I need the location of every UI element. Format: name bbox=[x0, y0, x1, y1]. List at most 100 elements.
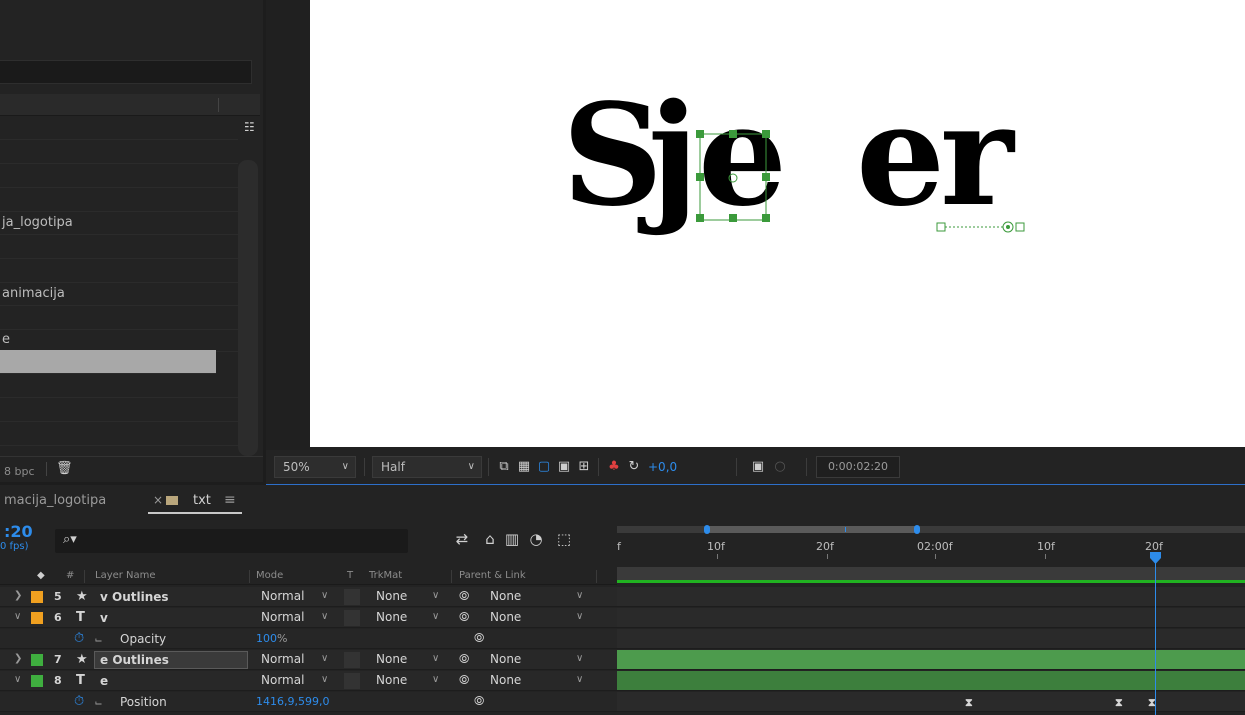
selection-bounding-box[interactable] bbox=[694, 128, 784, 228]
property-row[interactable]: ⏱ ⨽ Opacity 100% ⦾ bbox=[0, 629, 617, 649]
project-row[interactable] bbox=[0, 235, 238, 259]
work-area-bar[interactable] bbox=[707, 526, 917, 533]
twirl-right-icon[interactable]: ❯ bbox=[14, 653, 22, 664]
bit-depth-button[interactable]: 8 bpc bbox=[4, 465, 35, 478]
trkmat-dropdown[interactable]: None bbox=[376, 673, 407, 687]
label-color-swatch[interactable] bbox=[31, 591, 43, 603]
preserve-transparency-toggle[interactable] bbox=[344, 652, 360, 668]
frame-blending-icon[interactable]: ▥ bbox=[502, 529, 522, 549]
keyframe-icon[interactable]: ⧗ bbox=[1115, 696, 1123, 710]
graph-icon[interactable]: ⨽ bbox=[95, 631, 102, 646]
current-time-display[interactable]: :20 bbox=[4, 522, 33, 541]
pick-whip-icon[interactable]: ⦾ bbox=[459, 652, 469, 667]
work-area-end-handle[interactable] bbox=[914, 525, 920, 534]
project-row[interactable] bbox=[0, 140, 238, 164]
playhead-line[interactable] bbox=[1155, 555, 1156, 715]
composition-canvas[interactable]: S j e e r bbox=[310, 0, 1245, 447]
motion-blur-icon[interactable]: ◔ bbox=[526, 529, 546, 549]
layer-name[interactable]: v Outlines bbox=[100, 590, 169, 604]
preserve-transparency-toggle[interactable] bbox=[344, 673, 360, 689]
project-search-input[interactable] bbox=[0, 60, 252, 84]
color-channels-icon[interactable]: ♣ bbox=[606, 459, 622, 475]
property-track[interactable] bbox=[617, 629, 1245, 649]
transparency-grid-icon[interactable]: ▦ bbox=[516, 459, 532, 475]
project-row[interactable] bbox=[0, 398, 238, 422]
layer-name[interactable]: e bbox=[100, 674, 108, 688]
layer-row[interactable]: ∨ 8 T e Normal ∨ None ∨ ⦾ None ∨ bbox=[0, 671, 617, 691]
fast-previews-icon[interactable]: ⧉ bbox=[496, 459, 512, 475]
trkmat-dropdown[interactable]: None bbox=[376, 652, 407, 666]
mode-dropdown[interactable]: Normal bbox=[261, 610, 304, 624]
mode-dropdown[interactable]: Normal bbox=[261, 673, 304, 687]
timeline-search-input[interactable]: ⌕▾ bbox=[55, 529, 408, 553]
project-row[interactable] bbox=[0, 259, 238, 283]
layer-row[interactable]: ❯ 5 ★ v Outlines Normal ∨ None ∨ ⦾ None … bbox=[0, 587, 617, 607]
property-row[interactable]: ⏱ ⨽ Position 1416,9,599,0 ⦾ bbox=[0, 692, 617, 712]
preserve-transparency-toggle[interactable] bbox=[344, 589, 360, 605]
flowchart-icon[interactable]: ☷ bbox=[244, 120, 258, 134]
twirl-down-icon[interactable]: ∨ bbox=[14, 674, 21, 685]
composition-mini-flowchart-icon[interactable]: ⇄ bbox=[452, 529, 472, 549]
column-trkmat[interactable]: TrkMat bbox=[369, 570, 402, 581]
show-snapshot-icon[interactable]: ○ bbox=[772, 459, 788, 475]
stopwatch-icon[interactable]: ⏱ bbox=[74, 694, 84, 709]
layer-name[interactable]: e Outlines bbox=[100, 653, 169, 667]
property-track[interactable]: ⧗ ⧗ ⧗ bbox=[617, 692, 1245, 712]
zoom-dropdown[interactable]: 50% ∨ bbox=[274, 456, 356, 478]
pick-whip-icon[interactable]: ⦾ bbox=[474, 694, 484, 709]
column-number[interactable]: # bbox=[66, 570, 74, 581]
opacity-value[interactable]: 100 bbox=[256, 632, 277, 645]
layer-duration-bar[interactable] bbox=[617, 671, 1245, 691]
work-area-start-handle[interactable] bbox=[704, 525, 710, 534]
mode-dropdown[interactable]: Normal bbox=[261, 589, 304, 603]
stopwatch-icon[interactable]: ⏱ bbox=[74, 631, 84, 646]
camera-icon[interactable]: ▣ bbox=[750, 459, 766, 475]
graph-editor-icon[interactable]: ⬚ bbox=[554, 529, 574, 549]
project-item-animacija[interactable]: animacija bbox=[0, 282, 238, 306]
layer-row[interactable]: ∨ 6 T v Normal ∨ None ∨ ⦾ None ∨ bbox=[0, 608, 617, 628]
trkmat-dropdown[interactable]: None bbox=[376, 610, 407, 624]
label-column-icon[interactable]: ◆ bbox=[37, 570, 45, 581]
project-scrollbar[interactable] bbox=[238, 160, 258, 456]
property-value[interactable]: 100% bbox=[256, 632, 287, 645]
tab-txt[interactable]: txt bbox=[193, 493, 211, 508]
mask-visibility-icon[interactable]: ▢ bbox=[536, 459, 552, 475]
pick-whip-icon[interactable]: ⦾ bbox=[459, 610, 469, 625]
label-color-swatch[interactable] bbox=[31, 612, 43, 624]
graph-icon[interactable]: ⨽ bbox=[95, 694, 102, 709]
project-item-e[interactable]: e bbox=[0, 328, 238, 352]
panel-menu-icon[interactable]: ≡ bbox=[224, 492, 236, 508]
color-management-icon[interactable]: ↻ bbox=[626, 459, 642, 475]
layer-name[interactable]: v bbox=[100, 611, 108, 625]
project-row[interactable] bbox=[0, 422, 238, 446]
project-row[interactable] bbox=[0, 374, 238, 398]
draft-3d-icon[interactable]: ⌂ bbox=[480, 529, 500, 549]
exposure-value[interactable]: +0,0 bbox=[648, 460, 677, 474]
resolution-dropdown[interactable]: Half ∨ bbox=[372, 456, 482, 478]
close-icon[interactable]: × bbox=[153, 493, 163, 507]
grid-guides-icon[interactable]: ⊞ bbox=[576, 459, 592, 475]
project-row[interactable] bbox=[0, 188, 238, 212]
tab-logotipa[interactable]: macija_logotipa bbox=[4, 493, 106, 508]
twirl-down-icon[interactable]: ∨ bbox=[14, 611, 21, 622]
project-item-logotipa[interactable]: ja_logotipa bbox=[0, 211, 238, 235]
column-parent[interactable]: Parent & Link bbox=[459, 570, 526, 581]
parent-dropdown[interactable]: None bbox=[490, 589, 521, 603]
layer-duration-bar[interactable] bbox=[617, 608, 1245, 628]
project-row[interactable] bbox=[0, 306, 238, 330]
layer-row-selected[interactable]: ❯ 7 ★ e Outlines Normal ∨ None ∨ ⦾ None … bbox=[0, 650, 617, 670]
pick-whip-icon[interactable]: ⦾ bbox=[474, 631, 484, 646]
preserve-transparency-toggle[interactable] bbox=[344, 610, 360, 626]
trash-icon[interactable]: 🗑 bbox=[56, 461, 73, 477]
pick-whip-icon[interactable]: ⦾ bbox=[459, 673, 469, 688]
layer-duration-bar-selected[interactable] bbox=[617, 650, 1245, 670]
label-color-swatch[interactable] bbox=[31, 675, 43, 687]
project-row[interactable] bbox=[0, 164, 238, 188]
keyframe-icon[interactable]: ⧗ bbox=[965, 696, 973, 710]
motion-path[interactable] bbox=[934, 218, 1034, 238]
project-row[interactable] bbox=[0, 116, 238, 140]
twirl-right-icon[interactable]: ❯ bbox=[14, 590, 22, 601]
mode-dropdown[interactable]: Normal bbox=[261, 652, 304, 666]
pick-whip-icon[interactable]: ⦾ bbox=[459, 589, 469, 604]
label-color-swatch[interactable] bbox=[31, 654, 43, 666]
